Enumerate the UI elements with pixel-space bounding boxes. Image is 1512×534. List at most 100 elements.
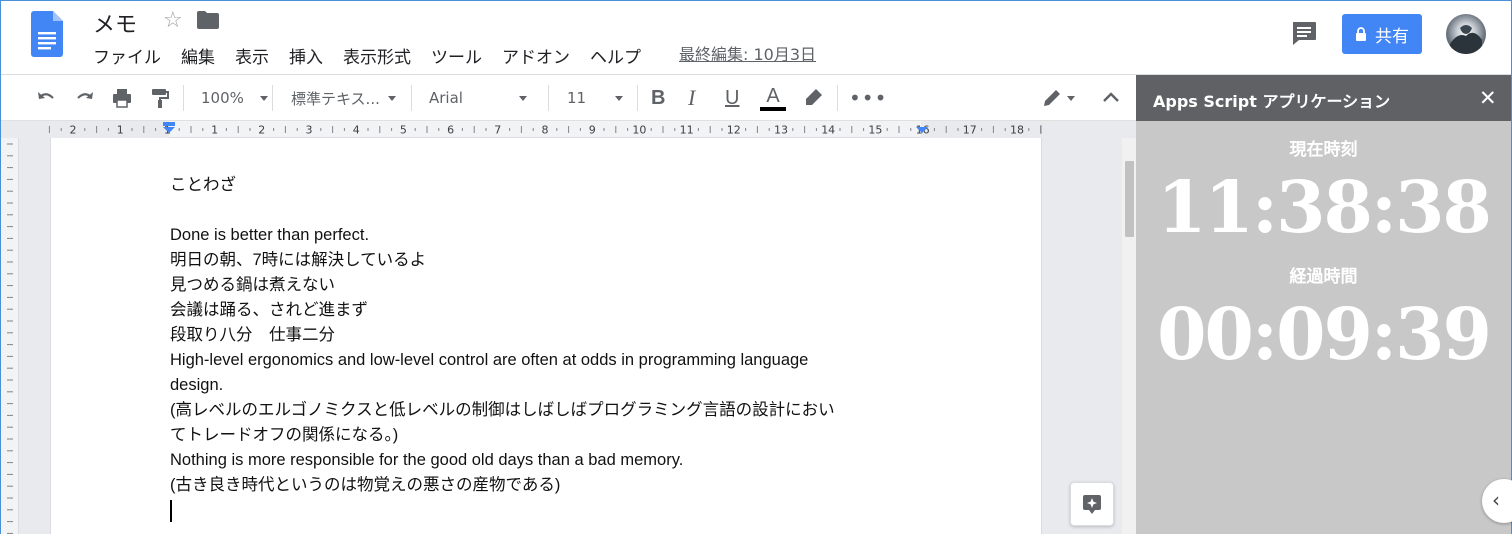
text-cursor-line [170,498,930,523]
app-header: メモ ☆ ファイル 編集 表示 挿入 表示形式 ツール アドオン ヘルプ 最終編… [1,1,1511,75]
chevron-down-icon [615,95,623,101]
ruler-label: 13 [774,124,788,137]
ruler-label: 4 [353,124,360,137]
highlight-icon[interactable] [802,75,824,121]
docs-logo-icon[interactable] [31,11,63,57]
doc-line: Nothing is more responsible for the good… [170,451,684,469]
ruler-label: 12 [727,124,741,137]
explore-button[interactable] [1070,482,1114,526]
chevron-down-icon [387,95,396,101]
vertical-ruler-ticks [7,143,13,534]
document-title[interactable]: メモ [93,7,137,39]
toolbar-divider [272,85,273,111]
doc-line: 明日の朝、7時には解決しているよ [170,251,427,269]
ruler-label: 11 [680,124,694,137]
sidebar-header: Apps Script アプリケーション ✕ [1136,75,1511,121]
paint-format-icon[interactable] [149,75,171,121]
right-indent-marker-icon[interactable] [915,121,929,138]
toolbar-divider [637,85,638,111]
share-label: 共有 [1375,26,1409,47]
avatar[interactable] [1446,14,1486,54]
ruler-label: 1 [211,124,218,137]
ruler-label: 9 [589,124,596,137]
text-cursor [170,499,172,522]
sidebar-title: Apps Script アプリケーション [1153,92,1391,111]
more-icon[interactable]: ••• [849,75,887,121]
collapse-toolbar-icon[interactable] [1101,75,1121,121]
menu-edit[interactable]: 編集 [181,43,215,68]
lock-icon [1356,27,1366,41]
ruler-label: 2 [258,124,265,137]
print-icon[interactable] [111,75,133,121]
pencil-icon [1044,90,1060,106]
last-edit-link[interactable]: 最終編集: 10月3日 [679,41,816,65]
elapsed-time-clock: 00:09:39 [1157,292,1492,376]
avatar-image-icon [1450,25,1482,54]
text-color-icon[interactable]: A [760,75,786,121]
ruler-label: 10 [632,124,646,137]
menu-help[interactable]: ヘルプ [590,43,641,68]
current-time-clock: 11:38:38 [1157,165,1492,249]
doc-line: ことわざ [170,176,236,194]
ruler-label: 18 [1010,124,1024,137]
ruler-label: 14 [821,124,835,137]
chevron-down-icon [519,95,527,101]
toolbar-divider [837,85,838,111]
ruler-label: 6 [447,124,454,137]
toolbar-divider [411,85,412,111]
underline-icon[interactable]: U [725,75,739,121]
formatting-toolbar: 100% 標準テキス... Arial 11 B I U A ••• [1,75,1136,121]
left-indent-marker-icon[interactable] [162,121,176,138]
doc-line [170,198,930,223]
style-value: 標準テキス... [291,89,380,108]
style-select[interactable]: 標準テキス... [291,75,396,121]
scrollbar-thumb[interactable] [1125,161,1134,237]
font-select[interactable]: Arial [429,75,527,121]
ruler-label: 1 [117,124,124,137]
chevron-left-icon: ‹ [1492,488,1500,512]
ruler-label: 7 [494,124,501,137]
ruler-label: 17 [963,124,977,137]
close-icon[interactable]: ✕ [1479,86,1497,110]
folder-icon[interactable] [197,11,219,29]
menu-tools[interactable]: ツール [431,43,482,68]
bold-icon[interactable]: B [651,75,665,121]
doc-line: 会議は踊る、されど進まず [170,301,368,319]
menu-view[interactable]: 表示 [235,43,269,68]
zoom-select[interactable]: 100% [201,75,268,121]
undo-icon[interactable] [35,75,57,121]
zoom-value: 100% [201,89,244,107]
ruler-label: 8 [542,124,549,137]
chevron-down-icon [259,95,268,101]
redo-icon[interactable] [74,75,96,121]
ruler-label: 3 [306,124,313,137]
toolbar-divider [548,85,549,111]
vertical-ruler[interactable] [1,138,19,534]
current-time-label: 現在時刻 [1289,140,1358,160]
doc-line: Done is better than perfect. [170,226,370,244]
apps-script-sidebar: Apps Script アプリケーション ✕ 現在時刻 11:38:38 経過時… [1136,75,1511,534]
font-size-value: 11 [567,89,587,107]
doc-line: 段取り八分 仕事二分 [170,326,335,344]
ruler-label: 2 [70,124,77,137]
comment-icon[interactable] [1290,19,1318,47]
star-icon[interactable]: ☆ [163,8,183,33]
toolbar-divider [183,85,184,111]
doc-line: design. [170,376,224,394]
menu-file[interactable]: ファイル [93,43,161,68]
menu-addons[interactable]: アドオン [502,43,570,68]
editing-mode-select[interactable] [1041,75,1075,121]
doc-line: (古き良き時代というのは物覚えの悪さの産物である) [170,476,561,494]
menu-bar: ファイル 編集 表示 挿入 表示形式 ツール アドオン ヘルプ [93,43,661,68]
font-value: Arial [429,89,463,107]
document-body[interactable]: ことわざ Done is better than perfect. 明日の朝、7… [170,173,930,523]
doc-line: (高レベルのエルゴノミクスと低レベルの制御はしばしばプログラミング言語の設計にお… [170,401,835,419]
font-size-select[interactable]: 11 [567,75,623,121]
ruler-label: 15 [868,124,882,137]
menu-format[interactable]: 表示形式 [343,43,411,68]
italic-icon[interactable]: I [688,75,695,121]
menu-insert[interactable]: 挿入 [289,43,323,68]
doc-line: 見つめる鍋は煮えない [170,276,335,294]
horizontal-ruler[interactable]: 211123456789101112131415161718 [1,121,1136,138]
share-button[interactable]: 共有 [1342,14,1422,54]
